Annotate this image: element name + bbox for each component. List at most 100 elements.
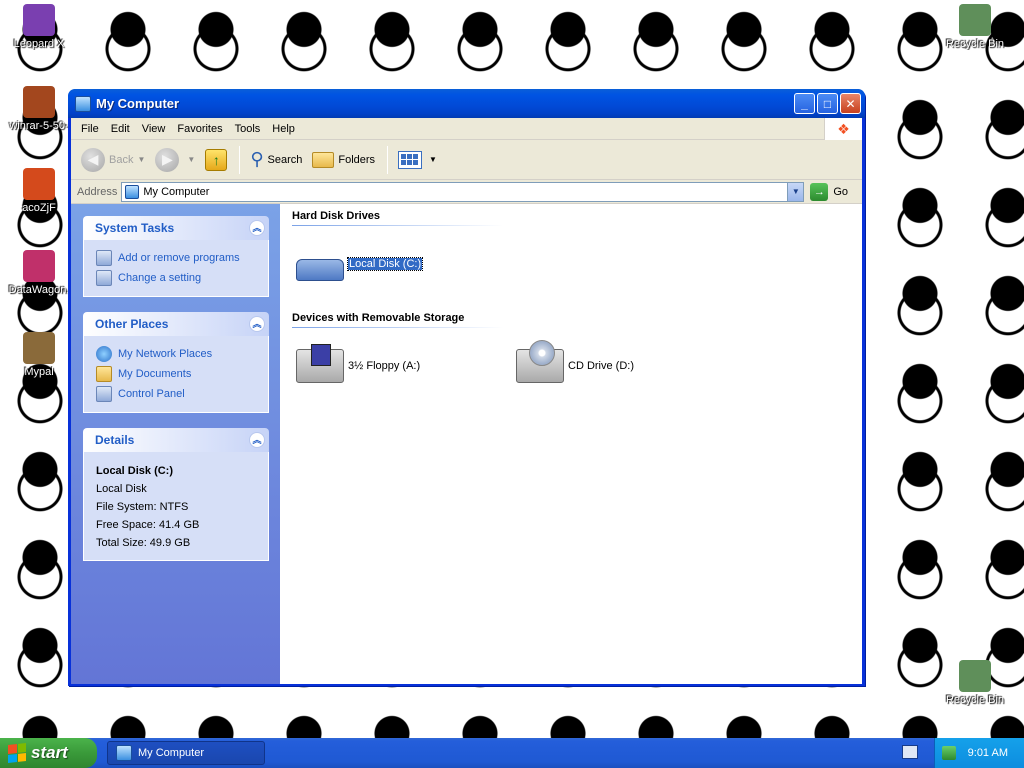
group-divider bbox=[292, 327, 556, 328]
task-label: My Network Places bbox=[118, 348, 213, 360]
details-type: Local Disk bbox=[96, 483, 147, 495]
control-panel-icon bbox=[96, 270, 112, 286]
back-button[interactable]: ◀ Back ▼ bbox=[77, 144, 149, 176]
forward-button[interactable]: ▶ ▼ bbox=[151, 144, 199, 176]
system-tasks-panel: System Tasks ︽ Add or remove programs Ch… bbox=[83, 216, 269, 297]
cd-drive-icon bbox=[516, 340, 564, 383]
drive-cd-d[interactable]: CD Drive (D:) bbox=[516, 340, 736, 386]
task-add-remove-programs[interactable]: Add or remove programs bbox=[96, 248, 258, 268]
drive-label: CD Drive (D:) bbox=[568, 360, 634, 372]
menu-help[interactable]: Help bbox=[266, 121, 301, 137]
chevron-down-icon: ▼ bbox=[137, 155, 146, 164]
address-input[interactable]: My Computer ▼ bbox=[121, 181, 805, 202]
address-label: Address bbox=[77, 185, 118, 198]
close-button[interactable]: ✕ bbox=[840, 93, 861, 114]
desktop-icon-label: Leopard X bbox=[13, 38, 65, 50]
menu-tools[interactable]: Tools bbox=[229, 121, 267, 137]
views-icon bbox=[398, 150, 423, 169]
desktop-icon-recycle-bin-2[interactable]: Recycle Bin bbox=[936, 660, 1014, 706]
control-panel-icon bbox=[96, 386, 112, 402]
floppy-drive-icon bbox=[296, 344, 344, 383]
chevron-down-icon: ▼ bbox=[429, 155, 437, 164]
task-change-setting[interactable]: Change a setting bbox=[96, 268, 258, 288]
drive-floppy-a[interactable]: 3½ Floppy (A:) bbox=[296, 344, 516, 386]
toolbar-separator bbox=[239, 145, 241, 174]
menu-view[interactable]: View bbox=[136, 121, 172, 137]
address-bar: Address My Computer ▼ → Go bbox=[71, 180, 862, 204]
go-button[interactable]: → Go bbox=[810, 182, 848, 201]
desktop-icon-label: Mypal bbox=[24, 366, 54, 378]
up-folder-button[interactable]: ↑ bbox=[201, 144, 231, 176]
computer-icon bbox=[125, 184, 140, 199]
back-arrow-icon: ◀ bbox=[81, 147, 105, 172]
keyboard-icon[interactable] bbox=[902, 745, 918, 759]
desktop-icon-datawagon[interactable]: DataWagon. bbox=[0, 250, 78, 296]
start-button[interactable]: start bbox=[0, 738, 97, 768]
folders-label: Folders bbox=[338, 153, 376, 166]
maximize-button[interactable]: □ bbox=[817, 93, 838, 114]
folders-button[interactable]: Folders bbox=[308, 144, 379, 176]
desktop-icon-acozjf[interactable]: acoZjF bbox=[0, 168, 78, 214]
removable-list: 3½ Floppy (A:) CD Drive (D:) bbox=[296, 340, 850, 386]
views-button[interactable]: ▼ bbox=[394, 144, 441, 176]
go-arrow-icon: → bbox=[810, 182, 829, 201]
image-icon bbox=[23, 168, 55, 200]
task-label: Control Panel bbox=[118, 388, 185, 400]
desktop-icon-winrar[interactable]: winrar-5-50- bbox=[0, 86, 78, 132]
window-body: System Tasks ︽ Add or remove programs Ch… bbox=[71, 204, 862, 684]
group-removable-storage: Devices with Removable Storage bbox=[292, 312, 465, 324]
desktop-icon-mypal[interactable]: Mypal bbox=[0, 332, 78, 378]
address-dropdown-button[interactable]: ▼ bbox=[787, 182, 804, 201]
recycle-bin-icon bbox=[959, 660, 991, 692]
toolbar-separator bbox=[387, 145, 389, 174]
desktop-icon-recycle-bin[interactable]: Recycle Bin bbox=[936, 4, 1014, 50]
chevron-down-icon: ▼ bbox=[187, 155, 196, 164]
computer-icon bbox=[116, 745, 132, 761]
menu-bar: File Edit View Favorites Tools Help ❖ bbox=[71, 118, 862, 140]
group-hard-disk-drives: Hard Disk Drives bbox=[292, 210, 381, 222]
menu-edit[interactable]: Edit bbox=[105, 121, 136, 137]
details-free-space: Free Space: 41.4 GB bbox=[96, 519, 200, 531]
windows-flag-icon bbox=[8, 743, 26, 763]
panel-title: System Tasks bbox=[95, 221, 175, 235]
system-tasks-header[interactable]: System Tasks ︽ bbox=[83, 216, 269, 240]
other-places-body: My Network Places My Documents Control P… bbox=[83, 336, 269, 413]
recycle-bin-icon bbox=[959, 4, 991, 36]
other-places-header[interactable]: Other Places ︽ bbox=[83, 312, 269, 336]
place-my-documents[interactable]: My Documents bbox=[96, 364, 258, 384]
back-label: Back bbox=[109, 153, 134, 166]
clock[interactable]: 9:01 AM bbox=[968, 747, 1008, 759]
search-button[interactable]: ⚲ Search bbox=[246, 144, 306, 176]
taskbar-button-my-computer[interactable]: My Computer bbox=[107, 741, 265, 765]
task-pane: System Tasks ︽ Add or remove programs Ch… bbox=[71, 204, 280, 684]
system-tray: 9:01 AM bbox=[934, 738, 1024, 768]
minimize-button[interactable]: _ bbox=[794, 93, 815, 114]
window-title: My Computer bbox=[96, 96, 180, 111]
task-label: Add or remove programs bbox=[118, 252, 240, 264]
desktop-icon-label: Recycle Bin bbox=[945, 694, 1005, 706]
collapse-icon[interactable]: ︽ bbox=[249, 220, 265, 236]
go-label: Go bbox=[833, 185, 848, 198]
menu-file[interactable]: File bbox=[75, 121, 105, 137]
desktop-icon-leopard[interactable]: Leopard X bbox=[0, 4, 78, 50]
taskbar-button-label: My Computer bbox=[138, 747, 205, 759]
network-icon bbox=[96, 346, 112, 362]
tray-icon[interactable] bbox=[941, 746, 956, 760]
desktop-icon-label: acoZjF bbox=[22, 202, 56, 214]
programs-icon bbox=[96, 250, 112, 266]
my-computer-window[interactable]: My Computer _ □ ✕ File Edit View Favorit… bbox=[68, 89, 865, 686]
search-label: Search bbox=[267, 153, 303, 166]
panel-title: Other Places bbox=[95, 317, 169, 331]
details-name: Local Disk (C:) bbox=[96, 465, 174, 477]
task-label: My Documents bbox=[118, 368, 192, 380]
title-bar[interactable]: My Computer _ □ ✕ bbox=[68, 89, 865, 118]
collapse-icon[interactable]: ︽ bbox=[249, 432, 265, 448]
details-header[interactable]: Details ︽ bbox=[83, 428, 269, 452]
system-tasks-body: Add or remove programs Change a setting bbox=[83, 240, 269, 297]
collapse-icon[interactable]: ︽ bbox=[249, 316, 265, 332]
place-my-network-places[interactable]: My Network Places bbox=[96, 344, 258, 364]
place-control-panel[interactable]: Control Panel bbox=[96, 384, 258, 404]
menu-favorites[interactable]: Favorites bbox=[171, 121, 228, 137]
drive-local-disk-c[interactable]: Local Disk (C:) bbox=[296, 244, 516, 284]
details-body: Local Disk (C:) Local Disk File System: … bbox=[83, 452, 269, 561]
